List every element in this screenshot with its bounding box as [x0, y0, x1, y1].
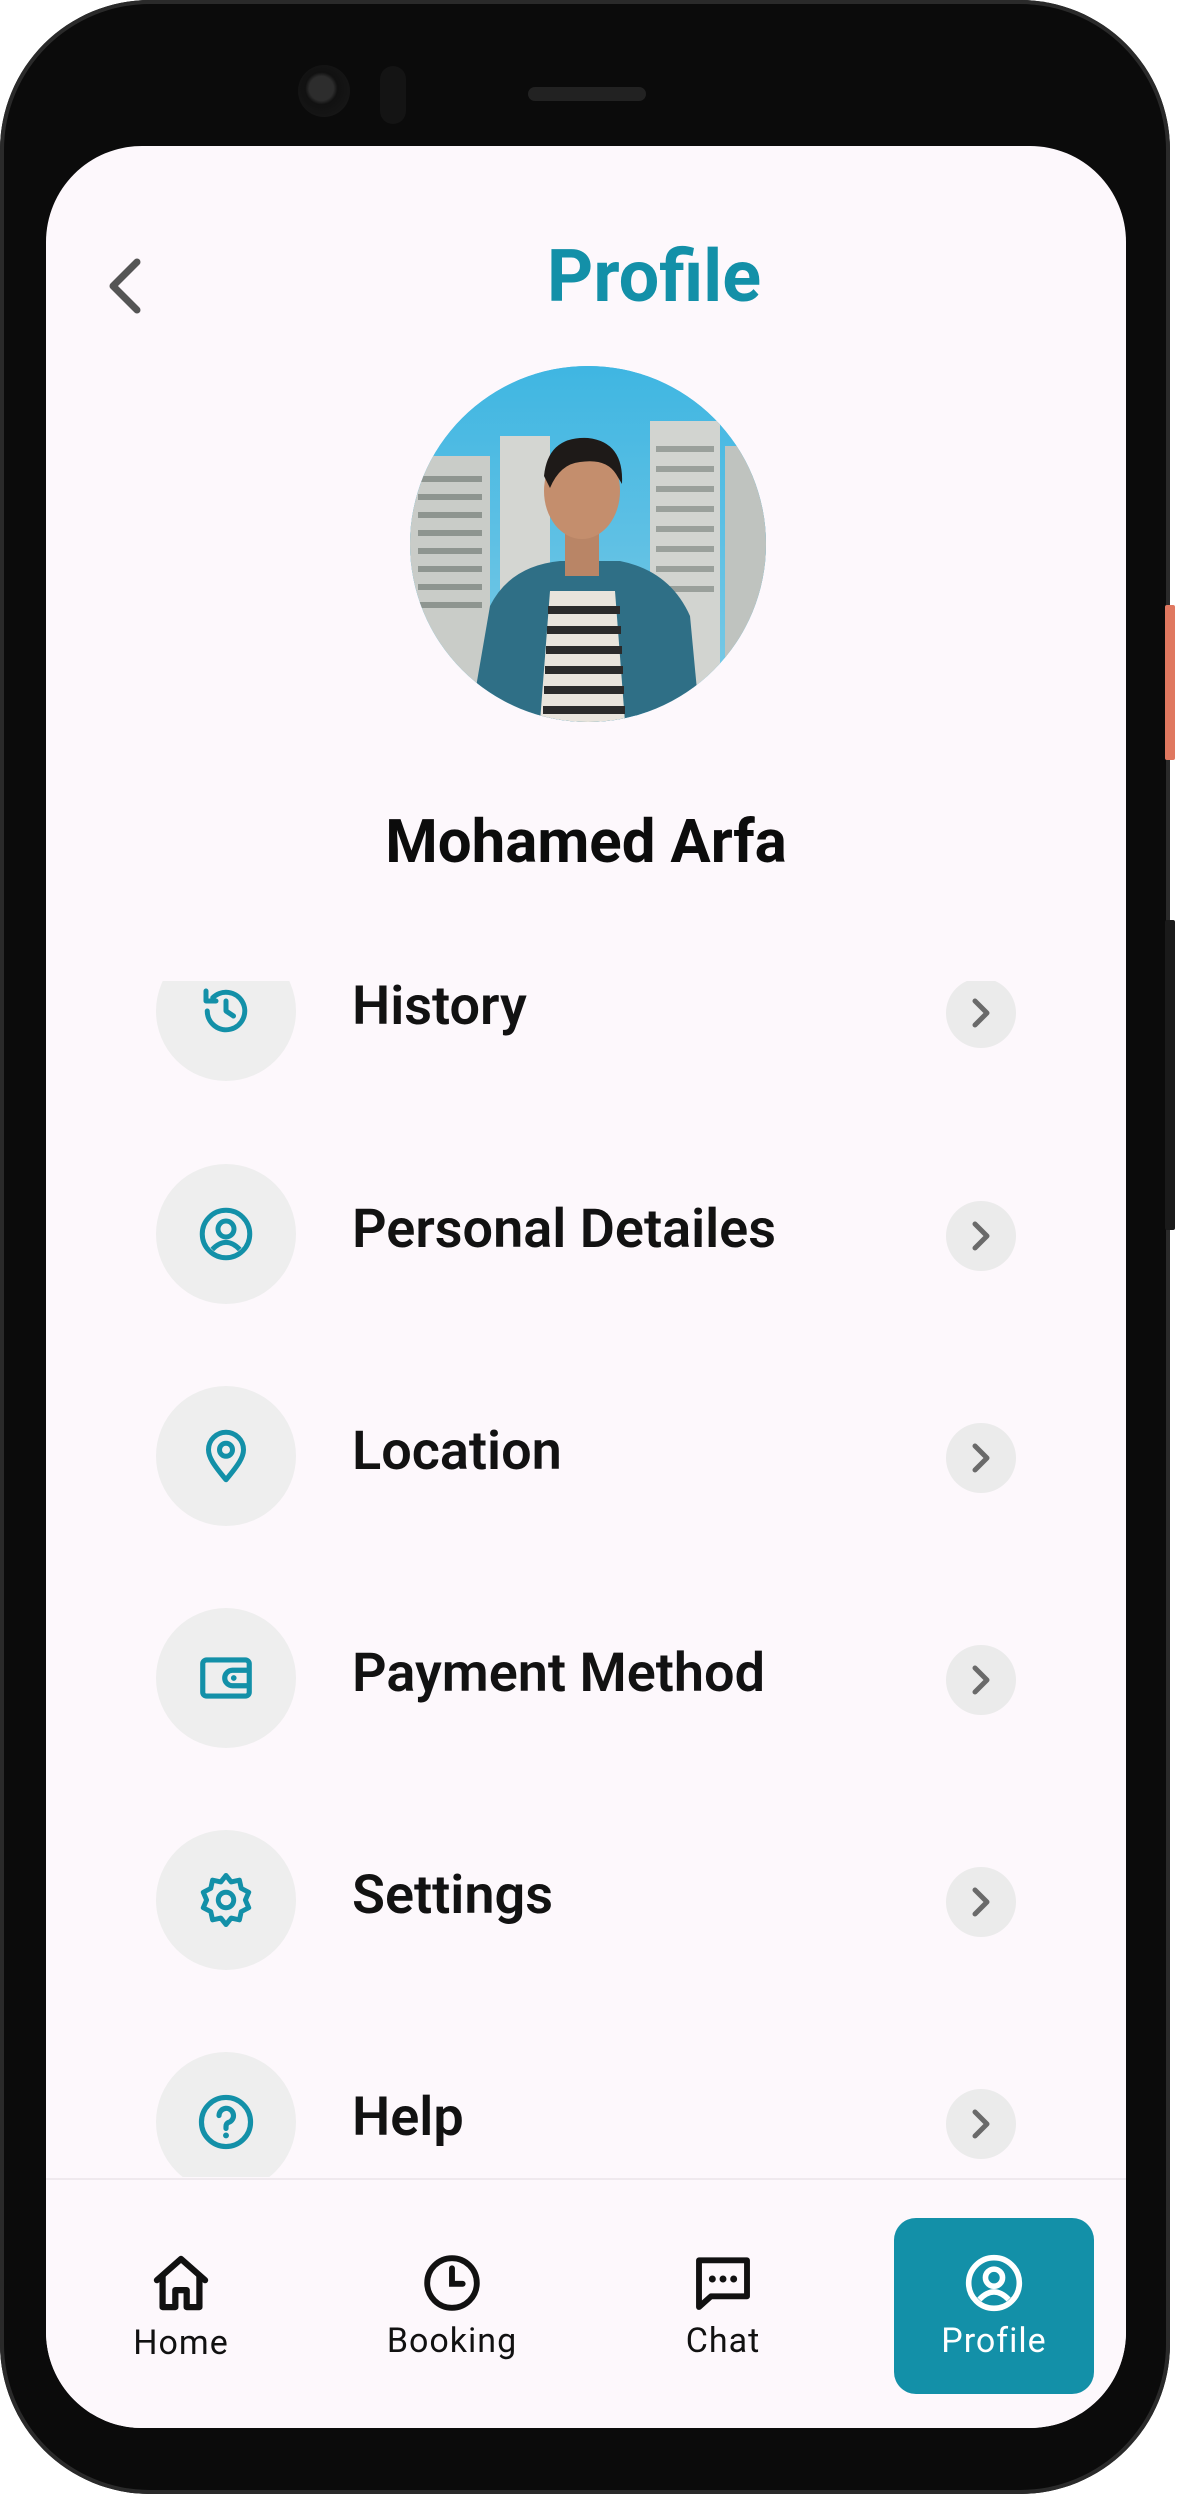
help-circle-icon — [198, 2094, 254, 2150]
menu-item-help[interactable]: Help — [156, 2052, 1016, 2177]
chevron-button[interactable] — [946, 981, 1016, 1048]
proximity-sensor — [380, 66, 406, 124]
volume-button — [1165, 920, 1175, 1230]
menu-item-history[interactable]: History — [156, 981, 1016, 1081]
nav-label: Booking — [386, 2321, 518, 2361]
menu-icon-circle — [156, 1386, 296, 1526]
bottom-navigation: Home Booking Chat Profile — [46, 2178, 1126, 2428]
front-camera — [298, 65, 350, 117]
chevron-button[interactable] — [946, 1645, 1016, 1715]
nav-label: Chat — [685, 2321, 761, 2361]
menu-item-label: Payment Method — [352, 1642, 766, 1705]
menu-item-personal-details[interactable]: Personal Detailes — [156, 1164, 1016, 1304]
chevron-button[interactable] — [946, 1867, 1016, 1937]
user-name: Mohamed Arfa — [385, 806, 787, 877]
chevron-right-icon — [972, 2109, 990, 2139]
menu-item-payment-method[interactable]: Payment Method — [156, 1608, 1016, 1748]
chevron-button[interactable] — [946, 1201, 1016, 1271]
chevron-right-icon — [972, 1221, 990, 1251]
menu-item-settings[interactable]: Settings — [156, 1830, 1016, 1970]
user-circle-icon — [965, 2254, 1023, 2312]
nav-item-profile[interactable]: Profile — [894, 2218, 1094, 2394]
profile-photo — [410, 366, 766, 722]
chevron-right-icon — [972, 998, 990, 1028]
wallet-icon — [200, 1657, 252, 1699]
chat-icon — [696, 2257, 750, 2310]
chevron-button[interactable] — [946, 2089, 1016, 2159]
chevron-right-icon — [972, 1665, 990, 1695]
menu-icon-circle — [156, 1830, 296, 1970]
phone-frame: Profile Mohamed Arfa History Personal De… — [0, 0, 1175, 2494]
avatar[interactable] — [410, 366, 766, 722]
power-button — [1165, 605, 1175, 760]
profile-menu-list: History Personal Detailes Location Payme… — [46, 981, 1126, 2177]
nav-item-home[interactable]: Home — [81, 2218, 281, 2394]
menu-icon-circle — [156, 1164, 296, 1304]
gear-icon — [200, 1873, 252, 1927]
menu-icon-circle — [156, 1608, 296, 1748]
nav-item-chat[interactable]: Chat — [623, 2218, 823, 2394]
nav-label: Home — [133, 2323, 229, 2363]
home-icon — [153, 2255, 209, 2311]
nav-label: Profile — [941, 2321, 1047, 2361]
nav-item-booking[interactable]: Booking — [352, 2218, 552, 2394]
user-circle-icon — [199, 1207, 253, 1261]
app-screen: Profile Mohamed Arfa History Personal De… — [46, 146, 1126, 2428]
menu-item-label: Settings — [352, 1864, 553, 1927]
page-title: Profile — [546, 234, 762, 319]
menu-item-label: Personal Detailes — [352, 1198, 776, 1261]
menu-icon-circle — [156, 981, 296, 1081]
chevron-right-icon — [972, 1443, 990, 1473]
location-pin-icon — [206, 1429, 246, 1483]
earpiece-speaker — [528, 87, 646, 101]
menu-item-label: History — [352, 981, 527, 1038]
menu-item-label: Help — [352, 2086, 464, 2149]
history-icon — [203, 988, 248, 1033]
chevron-button[interactable] — [946, 1423, 1016, 1493]
clock-icon — [424, 2255, 480, 2311]
menu-icon-circle — [156, 2052, 296, 2177]
chevron-right-icon — [972, 1887, 990, 1917]
menu-item-label: Location — [352, 1420, 562, 1483]
menu-item-location[interactable]: Location — [156, 1386, 1016, 1526]
